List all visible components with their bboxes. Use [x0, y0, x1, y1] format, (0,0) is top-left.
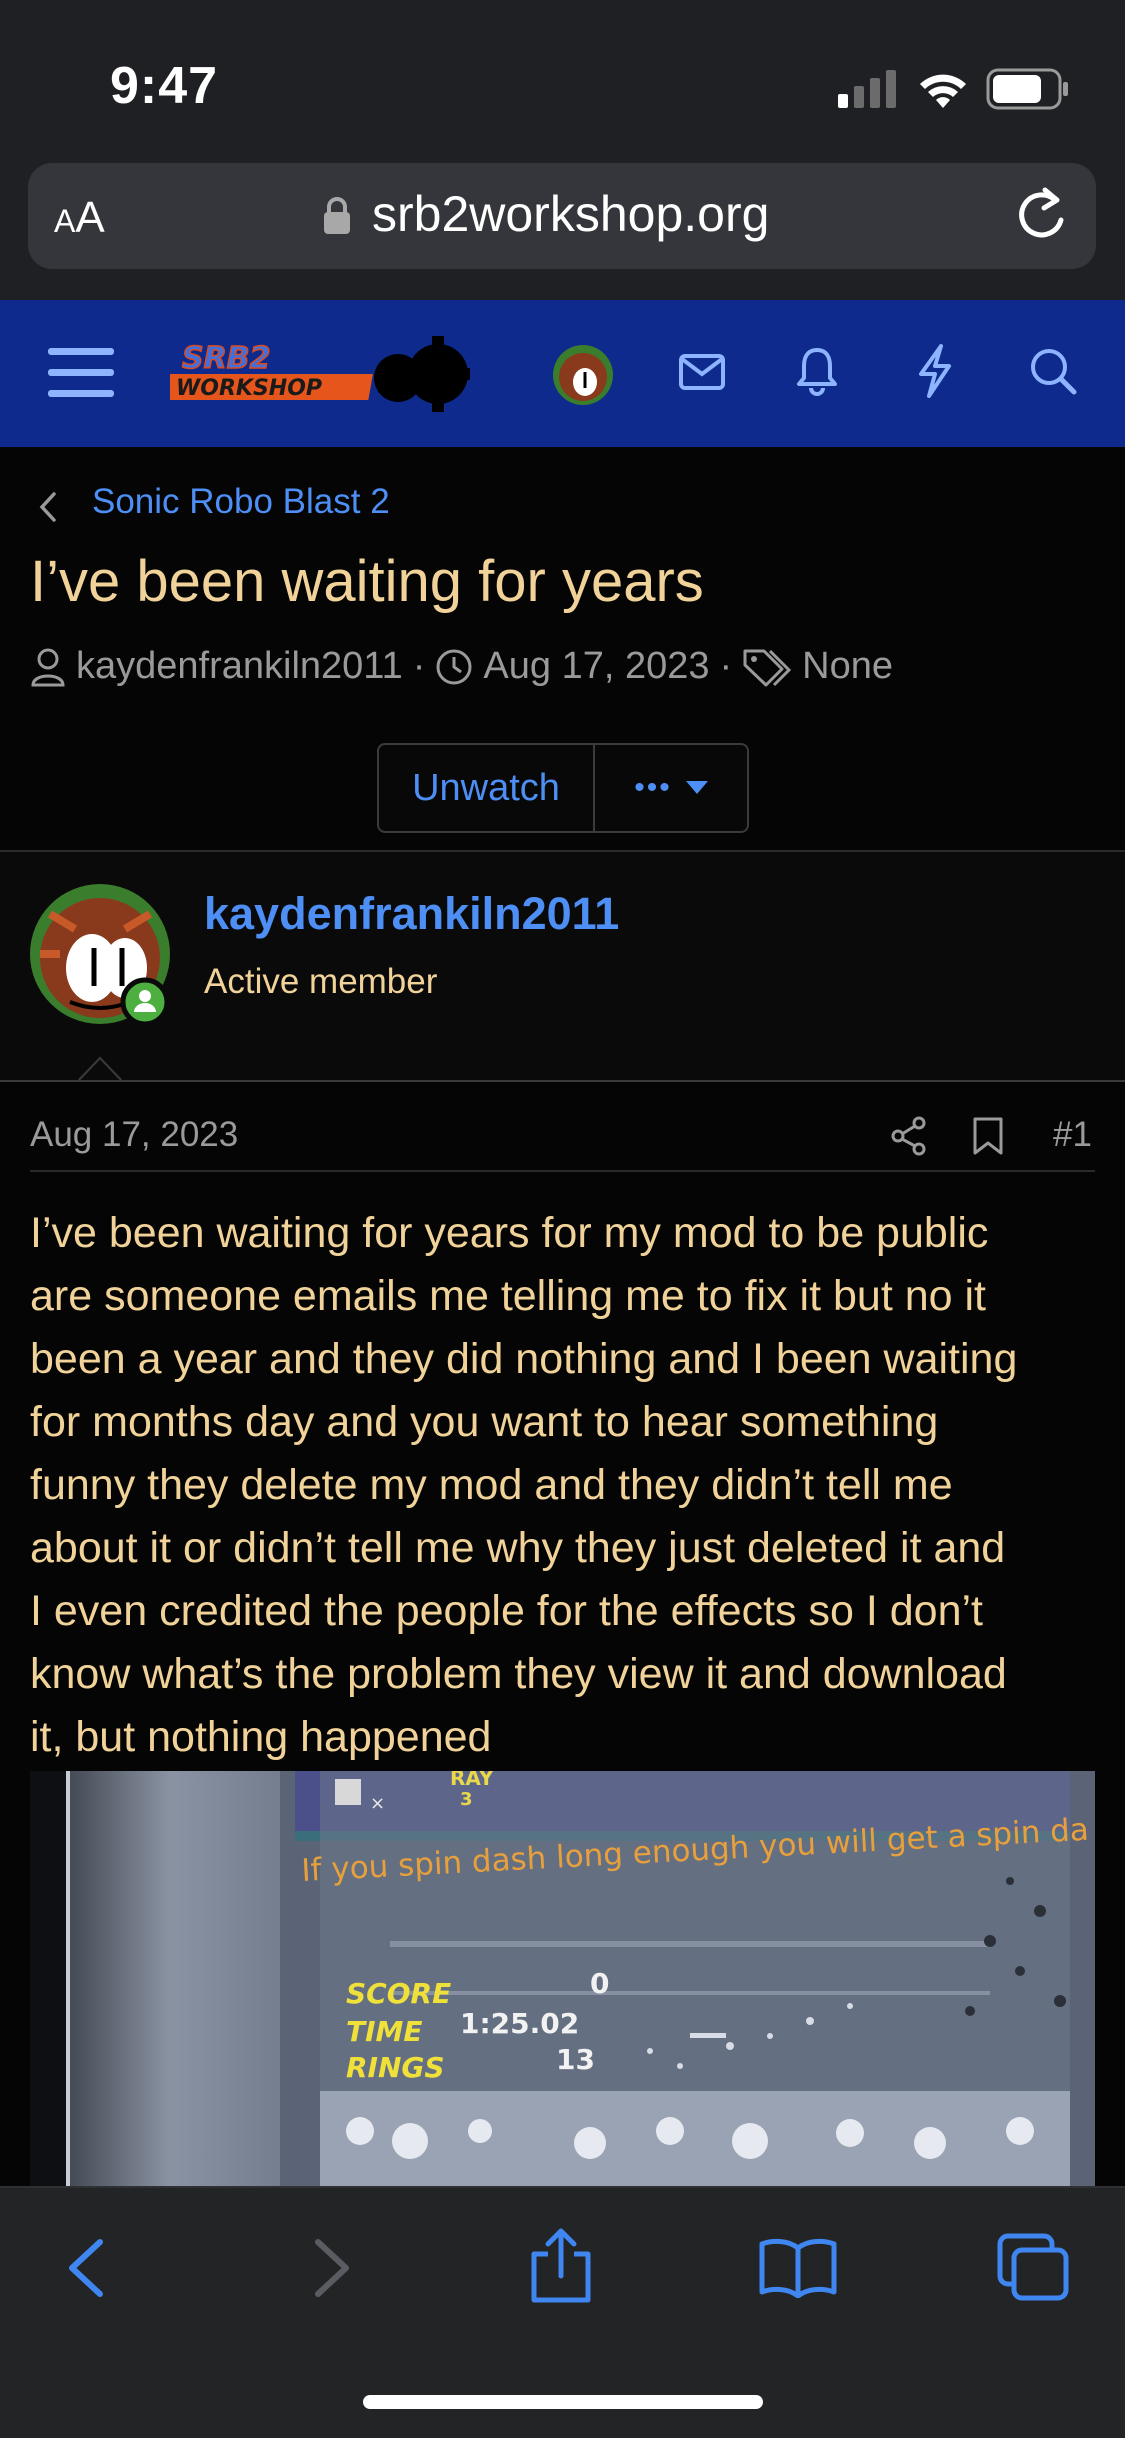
separator: ·	[719, 645, 733, 687]
breadcrumb-back-icon[interactable]	[38, 490, 58, 524]
hud-rings-label: RINGS	[346, 2051, 445, 2084]
hud-score-label: SCORE	[346, 1977, 451, 2010]
share-post-icon[interactable]	[890, 1115, 928, 1157]
page-title: I’ve been waiting for years	[30, 549, 704, 614]
breadcrumb[interactable]: Sonic Robo Blast 2	[92, 482, 390, 522]
search-icon[interactable]	[1028, 346, 1078, 396]
signal-icon	[838, 70, 896, 108]
user-icon	[31, 648, 65, 686]
hud-time-label: TIME	[346, 2015, 423, 2048]
bell-icon[interactable]	[795, 346, 839, 396]
hud-rings-value: 13	[556, 2043, 595, 2076]
bookmark-icon[interactable]	[972, 1116, 1004, 1156]
wifi-icon	[920, 74, 966, 108]
lock-icon	[324, 197, 350, 234]
reload-icon[interactable]	[1015, 186, 1069, 244]
thread-actions: Unwatch •••	[377, 743, 749, 833]
unwatch-button[interactable]: Unwatch	[379, 745, 595, 831]
post-username[interactable]: kaydenfrankiln2011	[204, 888, 619, 940]
home-indicator[interactable]	[363, 2395, 763, 2409]
thread-meta: kaydenfrankiln2011 · Aug 17, 2023 · None	[30, 645, 893, 688]
user-avatar[interactable]	[30, 884, 176, 1030]
avatar-icon[interactable]	[552, 344, 614, 406]
post-line: are someone emails me telling me to fix …	[30, 1272, 986, 1320]
site-logo[interactable]: SRB2 WORKSHOP	[158, 334, 470, 414]
status-time: 9:47	[110, 57, 219, 115]
back-icon[interactable]	[64, 2238, 108, 2298]
user-title: Active member	[204, 962, 438, 1001]
post-image[interactable]: × RAY 3 If you spin dash long enough you…	[30, 1771, 1095, 2186]
post-line: it, but nothing happened	[30, 1713, 492, 1761]
thread-tags: None	[802, 645, 893, 687]
bookmarks-icon[interactable]	[758, 2236, 838, 2298]
post-line: I’ve been waiting for years for my mod t…	[30, 1209, 989, 1257]
lives-x: ×	[370, 1793, 385, 1814]
post-line: I even credited the people for the effec…	[30, 1587, 983, 1635]
lives-name: RAY	[450, 1771, 494, 1790]
post-line: been a year and they did nothing and I b…	[30, 1335, 1018, 1383]
forward-icon[interactable]	[310, 2238, 354, 2298]
hud-time-value: 1:25.02	[460, 2007, 579, 2040]
mail-icon[interactable]	[678, 352, 726, 392]
post-line: funny they delete my mod and they didn’t…	[30, 1461, 953, 1509]
thread-date[interactable]: Aug 17, 2023	[483, 645, 709, 688]
post-body: I’ve been waiting for years for my mod t…	[30, 1202, 1100, 1769]
svg-text:WORKSHOP: WORKSHOP	[176, 376, 322, 401]
bolt-icon[interactable]	[915, 344, 955, 398]
thread-author[interactable]: kaydenfrankiln2011	[76, 645, 403, 688]
hud-score-value: 0	[590, 1967, 609, 2000]
post-number[interactable]: #1	[1053, 1115, 1092, 1155]
divider	[0, 1080, 1125, 1082]
post-date[interactable]: Aug 17, 2023	[30, 1115, 238, 1155]
divider	[30, 1170, 1095, 1172]
share-icon[interactable]	[528, 2228, 594, 2304]
user-block-pointer	[78, 1056, 122, 1082]
tag-icon	[743, 649, 792, 686]
more-options-button[interactable]: •••	[595, 745, 747, 831]
post-line: know what’s the problem they view it and…	[30, 1650, 1007, 1698]
post-line: about it or didn’t tell me why they just…	[30, 1524, 1006, 1572]
post-line: for months day and you want to hear some…	[30, 1398, 939, 1446]
url-text[interactable]: srb2workshop.org	[372, 185, 769, 243]
lives-count: 3	[460, 1789, 473, 1810]
clock-icon	[436, 649, 472, 684]
svg-text:SRB2: SRB2	[182, 341, 270, 376]
text-size-button[interactable]: AA	[54, 193, 105, 243]
tabs-icon[interactable]	[996, 2232, 1070, 2302]
separator: ·	[412, 645, 426, 687]
battery-icon	[986, 68, 1068, 110]
menu-icon[interactable]	[48, 346, 114, 400]
game-screenshot: × RAY 3 If you spin dash long enough you…	[30, 1771, 1095, 2186]
caret-down-icon	[685, 781, 708, 794]
